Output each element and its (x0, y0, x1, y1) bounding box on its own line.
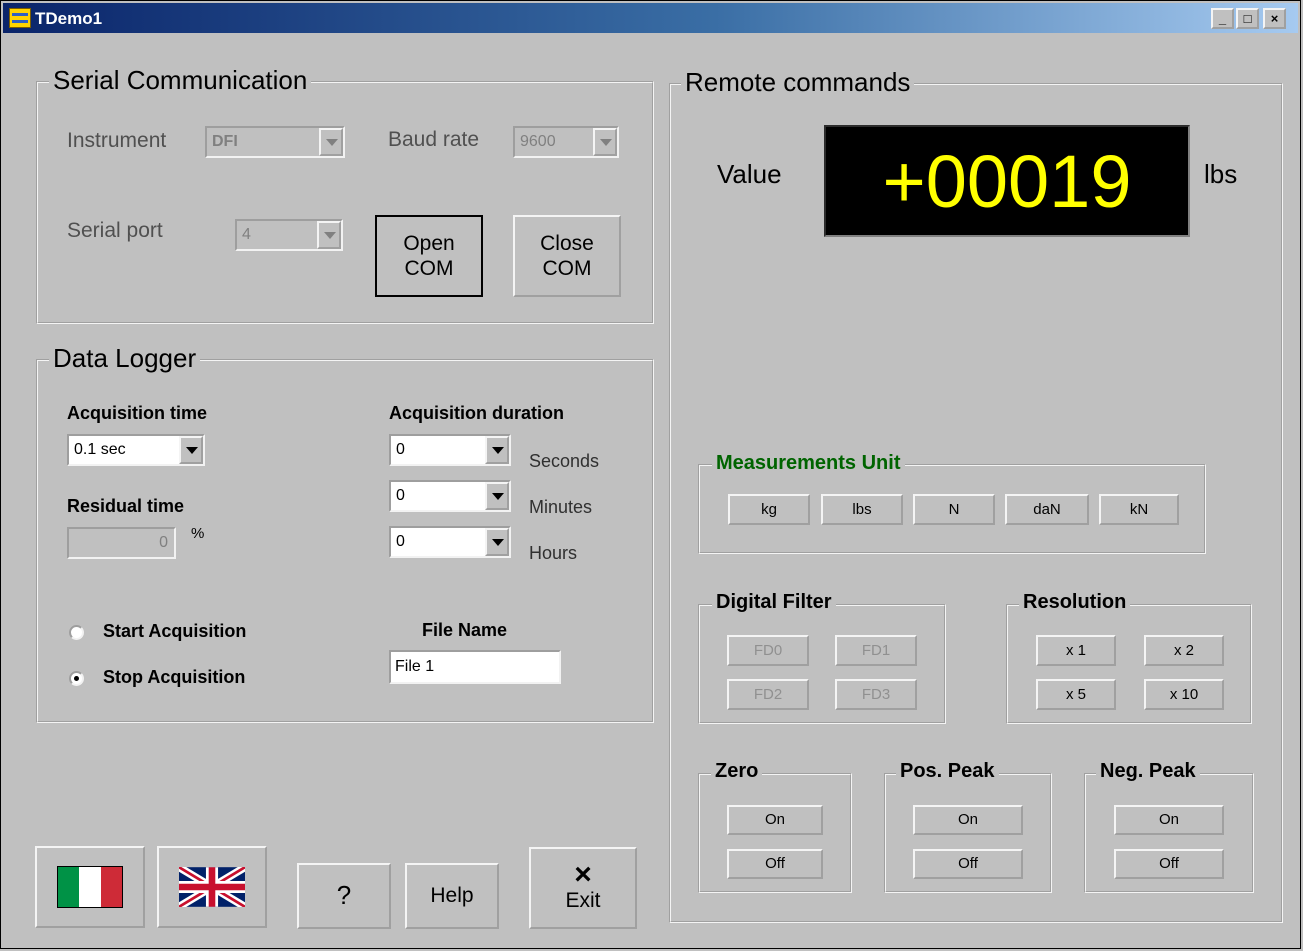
residual-unit: % (191, 525, 205, 542)
chevron-down-icon (179, 436, 203, 464)
chevron-down-icon (319, 128, 343, 156)
seconds-select[interactable]: 0 (389, 434, 511, 466)
instrument-select[interactable]: DFI (205, 126, 345, 158)
minutes-select[interactable]: 0 (389, 480, 511, 512)
chevron-down-icon (485, 528, 509, 556)
serial-port-label: Serial port (67, 219, 163, 242)
help-button[interactable]: Help (405, 863, 499, 929)
filter-fd1-button[interactable]: FD1 (835, 635, 917, 666)
chevron-down-icon (593, 128, 617, 156)
close-com-button[interactable]: Close COM (513, 215, 621, 297)
residual-time-field: 0 (67, 527, 176, 559)
close-button[interactable]: × (1263, 8, 1286, 29)
about-button[interactable]: ? (297, 863, 391, 929)
neg-peak-legend: Neg. Peak (1096, 760, 1200, 783)
close-icon: × (574, 858, 592, 892)
italian-language-button[interactable] (35, 846, 145, 928)
open-com-button[interactable]: Open COM (375, 215, 483, 297)
value-display: +00019 (824, 125, 1190, 237)
hours-select[interactable]: 0 (389, 526, 511, 558)
minutes-value: 0 (396, 487, 405, 504)
uk-flag-icon (179, 867, 245, 907)
exit-button[interactable]: × Exit (529, 847, 637, 929)
minutes-label: Minutes (529, 497, 593, 517)
acquisition-time-label: Acquisition time (67, 403, 208, 423)
resolution-legend: Resolution (1019, 591, 1131, 614)
remote-commands-legend: Remote commands (681, 67, 915, 98)
unit-dan-button[interactable]: daN (1005, 494, 1089, 525)
acquisition-duration-label: Acquisition duration (389, 403, 564, 423)
serial-communication-legend: Serial Communication (49, 65, 312, 96)
pos-peak-off-button[interactable]: Off (913, 849, 1023, 879)
hours-label: Hours (529, 543, 578, 563)
start-acquisition-radio[interactable] (69, 625, 84, 640)
resolution-x1-button[interactable]: x 1 (1036, 635, 1116, 666)
value-label: Value (717, 159, 782, 189)
zero-on-button[interactable]: On (727, 805, 823, 835)
window-title: TDemo1 (35, 9, 103, 28)
pos-peak-on-button[interactable]: On (913, 805, 1023, 835)
resolution-x5-button[interactable]: x 5 (1036, 679, 1116, 710)
chevron-down-icon (485, 482, 509, 510)
digital-filter-legend: Digital Filter (712, 591, 836, 614)
file-name-input[interactable] (389, 650, 561, 684)
english-language-button[interactable] (157, 846, 267, 928)
data-logger-legend: Data Logger (49, 343, 201, 374)
pos-peak-legend: Pos. Peak (896, 760, 999, 783)
exit-label: Exit (565, 889, 601, 913)
instrument-label: Instrument (67, 129, 167, 152)
unit-n-button[interactable]: N (913, 494, 995, 525)
seconds-value: 0 (396, 441, 405, 458)
app-icon (9, 8, 31, 28)
value-readout: +00019 (882, 140, 1132, 223)
italy-flag-icon (57, 866, 123, 908)
hours-value: 0 (396, 533, 405, 550)
instrument-value: DFI (212, 133, 238, 150)
stop-acquisition-label[interactable]: Stop Acquisition (103, 667, 245, 688)
file-name-label: File Name (422, 620, 508, 640)
seconds-label: Seconds (529, 451, 600, 471)
zero-off-button[interactable]: Off (727, 849, 823, 879)
serial-port-value: 4 (242, 226, 251, 243)
residual-time-label: Residual time (67, 496, 185, 516)
neg-peak-off-button[interactable]: Off (1114, 849, 1224, 879)
filter-fd3-button[interactable]: FD3 (835, 679, 917, 710)
unit-kg-button[interactable]: kg (728, 494, 810, 525)
start-acquisition-label[interactable]: Start Acquisition (103, 621, 246, 642)
unit-kn-button[interactable]: kN (1099, 494, 1179, 525)
acquisition-time-select[interactable]: 0.1 sec (67, 434, 205, 466)
serial-port-select[interactable]: 4 (235, 219, 343, 251)
unit-lbs-button[interactable]: lbs (821, 494, 903, 525)
measurements-unit-legend: Measurements Unit (712, 452, 905, 475)
baud-rate-label: Baud rate (388, 128, 480, 151)
neg-peak-on-button[interactable]: On (1114, 805, 1224, 835)
filter-fd0-button[interactable]: FD0 (727, 635, 809, 666)
main-window: TDemo1 _ □ × Serial Communication Instru… (0, 0, 1301, 949)
zero-legend: Zero (711, 760, 763, 783)
chevron-down-icon (317, 221, 341, 249)
title-bar[interactable]: TDemo1 _ □ × (3, 3, 1298, 33)
stop-acquisition-radio[interactable] (69, 671, 84, 686)
filter-fd2-button[interactable]: FD2 (727, 679, 809, 710)
acquisition-time-value: 0.1 sec (74, 441, 126, 458)
resolution-x2-button[interactable]: x 2 (1144, 635, 1224, 666)
value-unit: lbs (1204, 159, 1238, 189)
chevron-down-icon (485, 436, 509, 464)
baud-rate-select[interactable]: 9600 (513, 126, 619, 158)
resolution-x10-button[interactable]: x 10 (1144, 679, 1224, 710)
minimize-button[interactable]: _ (1211, 8, 1234, 29)
baud-rate-value: 9600 (520, 133, 556, 150)
maximize-button[interactable]: □ (1236, 8, 1259, 29)
